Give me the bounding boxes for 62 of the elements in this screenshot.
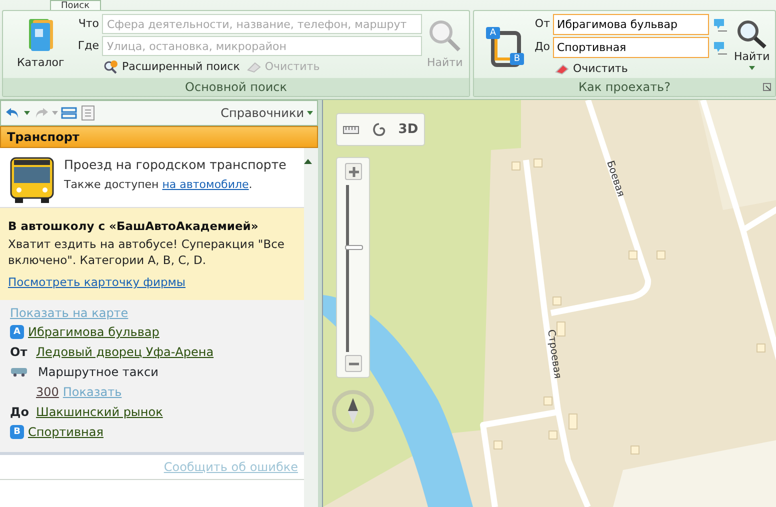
point-marker: B xyxy=(10,425,24,439)
place-link[interactable]: Спортивная xyxy=(28,423,104,441)
zoom-out-button[interactable] xyxy=(345,355,362,372)
magnifier-plus-icon xyxy=(103,60,119,74)
caret-icon xyxy=(307,111,313,115)
field-label: Где xyxy=(77,38,99,54)
minibus-icon xyxy=(10,367,28,377)
scroll-up-icon xyxy=(304,158,312,164)
eraser-icon xyxy=(554,63,570,76)
field-label: Что xyxy=(77,16,99,32)
caret-icon[interactable] xyxy=(52,111,58,115)
directories-menu[interactable]: Справочники xyxy=(220,104,313,122)
group-caption: Как проехать? xyxy=(474,78,775,96)
field-label: От xyxy=(534,16,550,32)
ad-title: В автошколу с «БашАвтоАкадемией» xyxy=(8,218,260,234)
stop-link[interactable]: Ледовый дворец Уфа-Арена xyxy=(36,343,214,361)
car-route-link[interactable]: на автомобиле xyxy=(162,178,249,191)
spiral-icon[interactable] xyxy=(370,122,387,138)
route-point-marker: B xyxy=(510,53,524,65)
stop-label: От xyxy=(10,344,28,361)
list-icon[interactable] xyxy=(61,107,77,119)
to-input-field[interactable]: Спортивная xyxy=(553,37,709,58)
catalog-button[interactable]: Каталог xyxy=(17,17,64,72)
zoom-in-button[interactable] xyxy=(345,163,362,180)
clear-button[interactable]: Очистить xyxy=(554,61,628,78)
zoom-thumb[interactable] xyxy=(345,245,363,250)
what-input-field[interactable]: Сфера деятельности, название, телефон, маршрут xyxy=(102,14,422,34)
compass-icon[interactable] xyxy=(331,389,375,433)
street-label: Боевая xyxy=(604,160,626,198)
where-input-field[interactable]: Улица, остановка, микрорайон xyxy=(102,36,422,56)
ad-text: Хватит ездить на автобусе! Суперакция "Все включено". Категории A, B, C, D. xyxy=(8,236,286,268)
document-icon[interactable] xyxy=(80,105,96,121)
route-number-link[interactable]: 300 xyxy=(36,383,59,401)
transport-type: Маршрутное такси xyxy=(38,364,158,381)
from-input-field[interactable]: Ибрагимова бульвар xyxy=(553,14,709,35)
stop-link[interactable]: Шакшинский рынок xyxy=(36,403,163,421)
plus-icon xyxy=(348,166,358,176)
route-point-marker: A xyxy=(486,27,500,39)
place-link[interactable]: Ибрагимова бульвар xyxy=(28,323,160,341)
ribbon-tab[interactable]: Поиск xyxy=(50,0,101,11)
group-caption: Основной поиск xyxy=(3,78,469,96)
company-card-link[interactable]: Посмотреть карточку фирмы xyxy=(8,274,186,290)
scrollbar[interactable] xyxy=(304,148,318,507)
ruler-icon[interactable] xyxy=(342,126,359,134)
street-label: Строевая xyxy=(545,328,563,380)
eraser-icon xyxy=(246,61,262,74)
stop-label: До xyxy=(10,404,30,421)
caret-icon xyxy=(748,66,755,70)
expand-icon[interactable] xyxy=(763,83,771,91)
intro-note: Также доступен на автомобиле. xyxy=(64,176,254,193)
3d-button[interactable]: 3D xyxy=(398,120,418,140)
undo-icon[interactable] xyxy=(5,106,21,120)
search-icon xyxy=(428,19,462,53)
zoom-slider[interactable] xyxy=(345,185,365,352)
field-label: До xyxy=(534,39,550,56)
point-marker: A xyxy=(10,325,24,339)
search-icon xyxy=(734,19,769,49)
advanced-search-button[interactable]: Расширенный поиск xyxy=(103,59,240,76)
caret-icon[interactable] xyxy=(24,111,30,115)
panel-header: Транспорт xyxy=(0,126,318,148)
find-button[interactable]: Найти xyxy=(734,19,770,70)
intro-title: Проезд на городском транспорте xyxy=(64,156,286,174)
